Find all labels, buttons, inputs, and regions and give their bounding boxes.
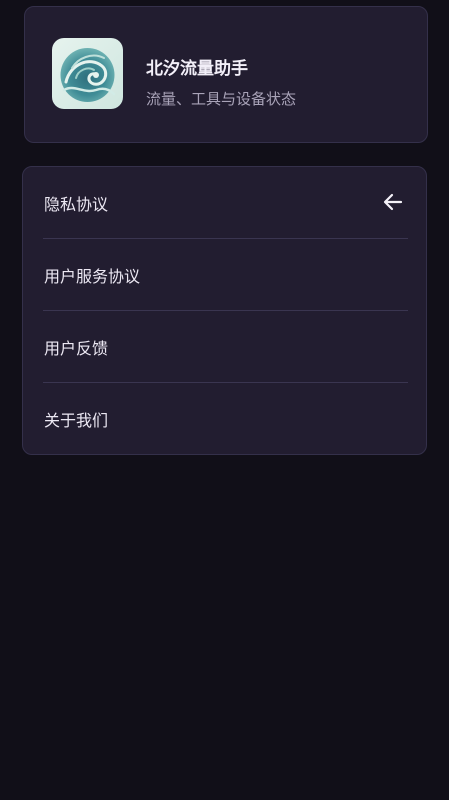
menu-item-label: 关于我们 — [44, 411, 109, 430]
page: 北汐流量助手 流量、工具与设备状态 隐私协议 用户服务协议 用户反馈 关于我们 — [0, 0, 449, 800]
arrow-left-icon[interactable] — [382, 191, 404, 213]
app-info-card: 北汐流量助手 流量、工具与设备状态 — [24, 6, 428, 143]
menu-item-user-agreement[interactable]: 用户服务协议 — [23, 239, 426, 311]
menu-item-label: 隐私协议 — [44, 195, 109, 214]
menu-item-privacy-policy[interactable]: 隐私协议 — [23, 167, 426, 239]
menu-item-label: 用户服务协议 — [44, 267, 141, 286]
menu-item-feedback[interactable]: 用户反馈 — [23, 311, 426, 383]
menu-item-label: 用户反馈 — [44, 339, 109, 358]
app-name: 北汐流量助手 — [146, 59, 248, 79]
app-description: 流量、工具与设备状态 — [146, 90, 297, 108]
wave-logo-icon — [52, 38, 123, 109]
menu-item-about-us[interactable]: 关于我们 — [23, 383, 426, 455]
settings-menu: 隐私协议 用户服务协议 用户反馈 关于我们 — [22, 166, 427, 455]
